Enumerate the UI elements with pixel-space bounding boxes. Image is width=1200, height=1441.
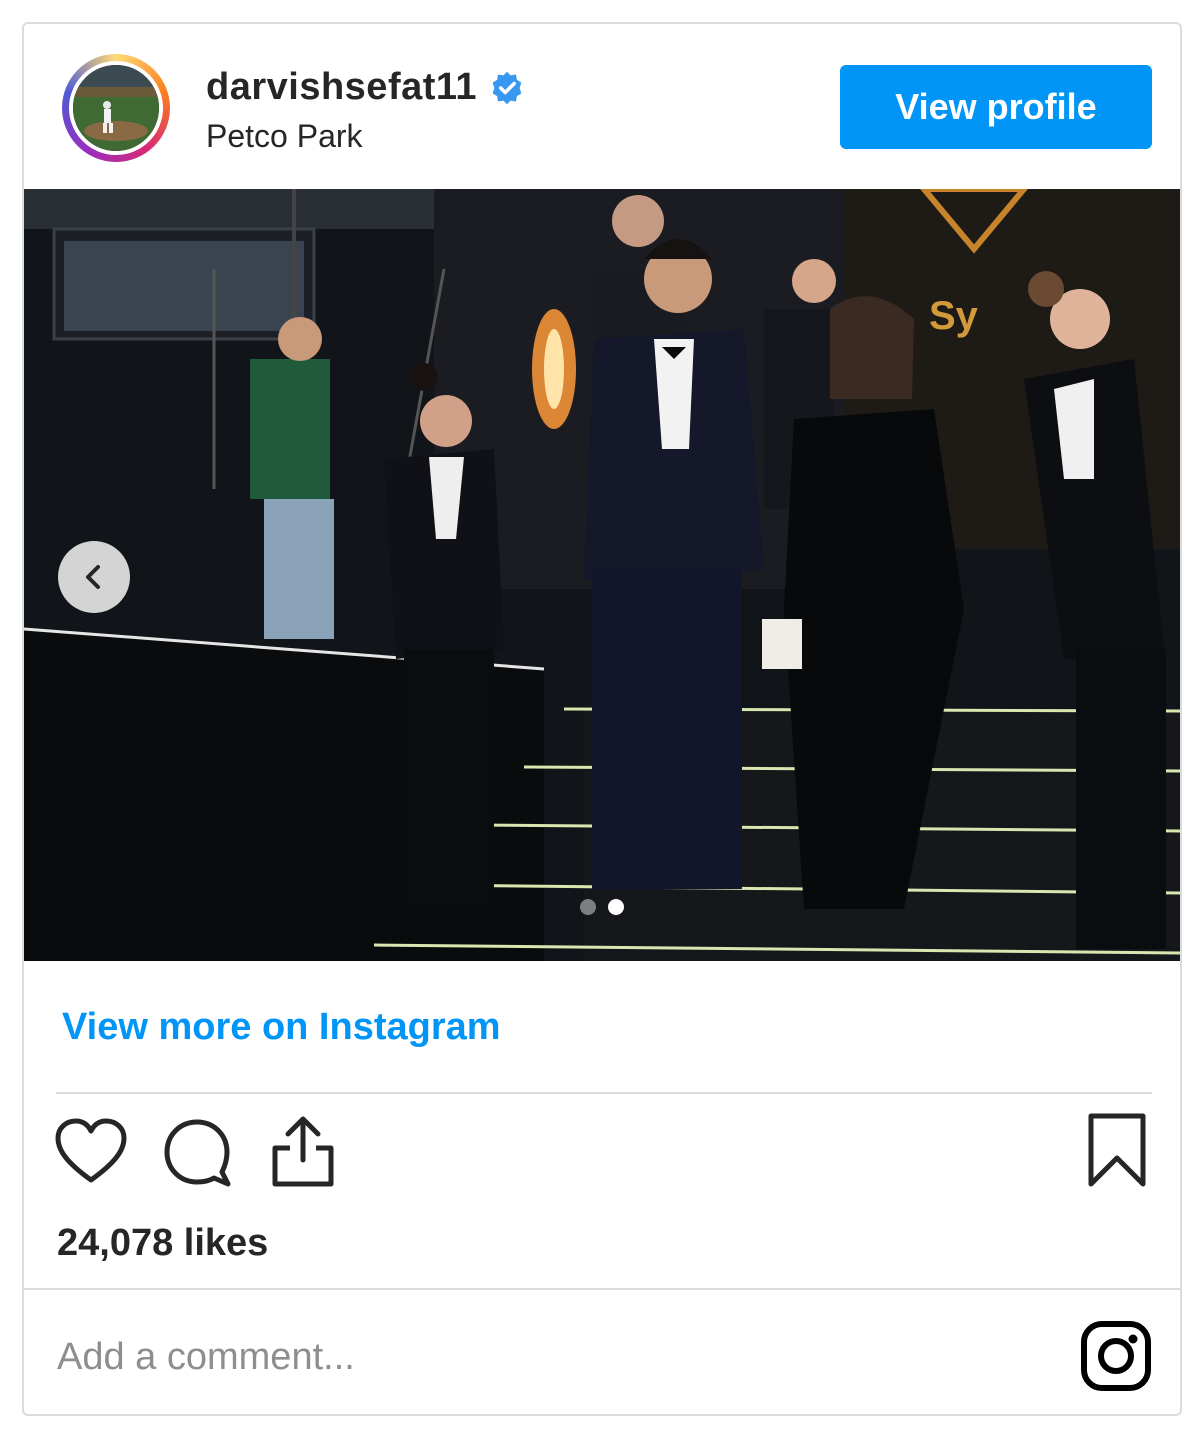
post-photo[interactable]: Sy [24, 189, 1180, 961]
carousel-indicator [580, 899, 624, 915]
carousel-dot [580, 899, 596, 915]
carousel-prev-button[interactable] [58, 541, 130, 613]
username[interactable]: darvishsefat11 [206, 66, 477, 109]
svg-text:Sy: Sy [929, 294, 979, 338]
carousel-dot-active [608, 899, 624, 915]
instagram-icon[interactable] [1080, 1320, 1152, 1392]
heart-icon[interactable] [54, 1118, 128, 1184]
verified-badge-icon [492, 71, 522, 104]
avatar[interactable] [62, 54, 170, 162]
view-more-link[interactable]: View more on Instagram [62, 1006, 501, 1049]
bookmark-icon[interactable] [1086, 1112, 1148, 1188]
location-label[interactable]: Petco Park [206, 118, 363, 155]
comment-bubble-icon[interactable] [162, 1118, 232, 1188]
avatar-image [69, 61, 163, 155]
share-icon[interactable] [270, 1114, 336, 1190]
divider [24, 1288, 1180, 1290]
chevron-left-icon [86, 565, 100, 589]
view-profile-button[interactable]: View profile [840, 65, 1152, 149]
post-image: Sy [24, 189, 1180, 961]
likes-count[interactable]: 24,078 likes [57, 1222, 268, 1265]
post-header: darvishsefat11 Petco Park View profile [24, 24, 1180, 189]
comment-input[interactable]: Add a comment... [57, 1336, 355, 1379]
divider [56, 1092, 1152, 1094]
action-bar [52, 1113, 1152, 1198]
instagram-embed-card: darvishsefat11 Petco Park View profile S… [22, 22, 1182, 1416]
